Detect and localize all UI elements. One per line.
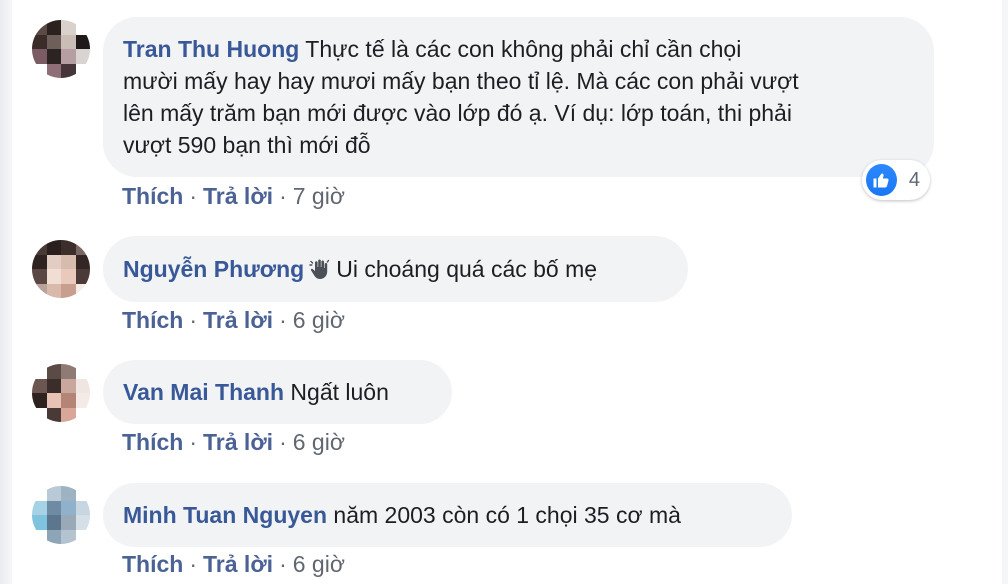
waving-hand-icon <box>308 257 332 289</box>
comment-author[interactable]: Nguyễn Phương <box>123 256 304 282</box>
comment-text-line: lên mấy trăm bạn mới được vào lớp đó ạ. … <box>123 100 792 126</box>
comment-author[interactable]: Minh Tuan Nguyen <box>123 502 327 528</box>
comment-actions: Thích · Trả lời · 6 giờ <box>122 550 345 578</box>
separator: · <box>189 307 198 333</box>
like-link[interactable]: Thích <box>122 183 183 209</box>
comment-actions: Thích · Trả lời · 6 giờ <box>122 306 345 334</box>
thumbs-up-icon <box>866 164 897 196</box>
separator: · <box>279 551 287 577</box>
comment-author[interactable]: Tran Thu Huong <box>123 36 299 62</box>
reply-link[interactable]: Trả lời <box>203 183 273 209</box>
reply-link[interactable]: Trả lời <box>203 307 273 333</box>
comment-bubble: Minh Tuan Nguyen năm 2003 còn có 1 chọi … <box>103 483 792 547</box>
timestamp[interactable]: 7 giờ <box>293 183 345 209</box>
avatar[interactable] <box>32 486 90 544</box>
separator: · <box>279 183 287 209</box>
comment-bubble: Tran Thu Huong Thực tế là các con không … <box>103 17 934 177</box>
separator: · <box>189 429 198 455</box>
avatar[interactable] <box>32 364 90 422</box>
comment-text-line: vượt 590 bạn thì mới đỗ <box>123 132 371 158</box>
comment-author[interactable]: Van Mai Thanh <box>123 379 284 405</box>
separator: · <box>189 183 198 209</box>
separator: · <box>279 429 287 455</box>
comment-bubble: Nguyễn Phương Ui choáng quá các bố mẹ <box>103 236 688 302</box>
avatar[interactable] <box>32 240 90 298</box>
comment-text: Ui choáng quá các bố mẹ <box>336 256 598 282</box>
comment-actions: Thích · Trả lời · 7 giờ <box>122 182 345 210</box>
comment-text: năm 2003 còn có 1 chọi 35 cơ mà <box>333 502 681 528</box>
comment-actions: Thích · Trả lời · 6 giờ <box>122 428 345 456</box>
reply-link[interactable]: Trả lời <box>203 429 273 455</box>
reaction-count: 4 <box>908 168 920 191</box>
left-edge-strip <box>0 0 12 584</box>
comment-text: Ngất luôn <box>290 379 389 405</box>
comment-text-line: mười mấy hay hay mươi mấy bạn theo tỉ lệ… <box>123 68 799 94</box>
avatar[interactable] <box>32 20 90 78</box>
separator: · <box>189 551 198 577</box>
separator: · <box>279 307 287 333</box>
reaction-count-badge[interactable]: 4 <box>862 160 930 200</box>
reply-link[interactable]: Trả lời <box>203 551 273 577</box>
like-link[interactable]: Thích <box>122 429 183 455</box>
timestamp[interactable]: 6 giờ <box>293 551 345 577</box>
right-edge-strip <box>1002 0 1008 584</box>
comment-bubble: Van Mai Thanh Ngất luôn <box>103 360 452 424</box>
timestamp[interactable]: 6 giờ <box>293 307 345 333</box>
like-link[interactable]: Thích <box>122 551 183 577</box>
comment-text-line: Thực tế là các con không phải chỉ cần ch… <box>305 36 742 62</box>
timestamp[interactable]: 6 giờ <box>293 429 345 455</box>
like-link[interactable]: Thích <box>122 307 183 333</box>
